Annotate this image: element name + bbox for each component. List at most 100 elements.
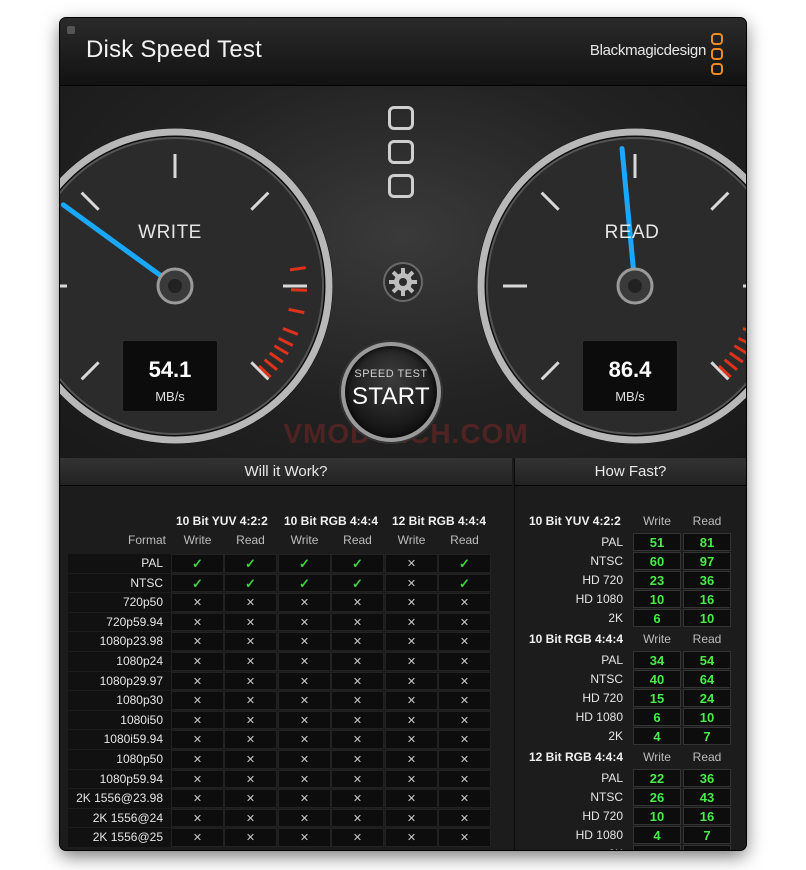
cross-icon: ✕ xyxy=(278,808,331,828)
cross-icon: ✕ xyxy=(331,612,384,632)
table-row: PAL 51 81 xyxy=(515,533,746,552)
format-label: 1080p29.97 xyxy=(99,673,163,688)
table-row: 1080p29.97 ✕ ✕ ✕ ✕ ✕ ✕ xyxy=(68,671,494,692)
cross-icon: ✕ xyxy=(331,730,384,749)
resolution-label: 2K xyxy=(608,729,623,743)
close-button[interactable] xyxy=(67,26,75,34)
table-row: HD 720 15 24 xyxy=(515,689,746,708)
cross-icon: ✕ xyxy=(385,828,438,847)
hf-write-header: Write xyxy=(643,632,671,646)
read-needle-hub-center xyxy=(628,279,642,293)
write-speed-unit: MB/s xyxy=(155,389,185,404)
settings-gear-icon[interactable] xyxy=(382,261,424,303)
fps-write-value: 60 xyxy=(633,552,681,570)
fps-read-value: 16 xyxy=(683,807,731,825)
resolution-label: 2K xyxy=(515,845,623,850)
fps-read-value: 36 xyxy=(683,571,731,589)
table-row: 2K 1556@24 ✕ ✕ ✕ ✕ ✕ ✕ xyxy=(68,808,494,829)
cross-icon: ✕ xyxy=(438,789,491,808)
cross-icon: ✕ xyxy=(438,612,491,632)
cross-icon: ✕ xyxy=(331,789,384,808)
cross-icon: ✕ xyxy=(438,671,491,691)
cross-icon: ✕ xyxy=(171,769,224,789)
fps-read-value: 64 xyxy=(683,670,731,688)
format-label: 1080p50 xyxy=(116,752,163,766)
start-button[interactable]: SPEED TEST START xyxy=(341,342,441,442)
write-speed-value: 54.1 xyxy=(148,357,192,382)
cross-icon: ✕ xyxy=(438,710,491,730)
table-row: NTSC ✓ ✓ ✓ ✓ ✕ ✓ xyxy=(68,573,494,594)
write-gauge-label: WRITE xyxy=(138,222,202,243)
title-bar: Disk Speed Test Blackmagicdesign xyxy=(60,18,746,86)
check-icon: ✓ xyxy=(331,554,384,573)
format-label: 1080p30 xyxy=(116,693,163,708)
cross-icon: ✕ xyxy=(278,652,331,671)
cross-icon: ✕ xyxy=(171,652,224,671)
cross-icon: ✕ xyxy=(171,671,224,691)
format-label: 1080i50 xyxy=(120,712,163,727)
table-row: 1080p24 ✕ ✕ ✕ ✕ ✕ ✕ xyxy=(68,652,494,672)
hf-read-header: Read xyxy=(692,514,722,528)
resolution-label: HD 1080 xyxy=(575,828,623,842)
wiw-read-header: Read xyxy=(236,533,265,547)
cross-icon: ✕ xyxy=(278,691,331,710)
check-icon: ✓ xyxy=(278,573,331,593)
table-row: 1080p59.94 ✕ ✕ ✕ ✕ ✕ ✕ xyxy=(68,769,494,790)
fps-write-value: 6 xyxy=(633,609,681,627)
cross-icon: ✕ xyxy=(385,593,438,612)
fps-read-value: 81 xyxy=(683,533,731,551)
read-speed-value: 86.4 xyxy=(608,357,652,382)
table-row: 1080p50 ✕ ✕ ✕ ✕ ✕ ✕ xyxy=(68,750,494,770)
cross-icon: ✕ xyxy=(278,828,331,847)
cross-icon: ✕ xyxy=(224,750,277,769)
cross-icon: ✕ xyxy=(171,789,224,808)
table-row: 720p50 ✕ ✕ ✕ ✕ ✕ ✕ xyxy=(68,593,494,613)
resolution-label: HD 720 xyxy=(582,691,623,705)
cross-icon: ✕ xyxy=(438,808,491,828)
hf-read-header: Read xyxy=(692,750,722,764)
cross-icon: ✕ xyxy=(278,671,331,691)
cross-icon: ✕ xyxy=(331,671,384,691)
cross-icon: ✕ xyxy=(224,828,277,847)
cross-icon: ✕ xyxy=(438,691,491,710)
cross-icon: ✕ xyxy=(278,789,331,808)
cross-icon: ✕ xyxy=(224,612,277,632)
table-row: 1080i50 ✕ ✕ ✕ ✕ ✕ ✕ xyxy=(68,710,494,731)
how-fast-panel: How Fast? 10 Bit YUV 4:2:2 Write Read PAL 51… xyxy=(514,458,746,850)
cross-icon: ✕ xyxy=(385,750,438,769)
cross-icon: ✕ xyxy=(385,789,438,808)
cross-icon: ✕ xyxy=(224,593,277,612)
table-row: 2K 1556@25 ✕ ✕ ✕ ✕ ✕ ✕ xyxy=(68,828,494,848)
cross-icon: ✕ xyxy=(385,554,438,573)
check-icon: ✓ xyxy=(224,573,277,593)
cross-icon: ✕ xyxy=(331,808,384,828)
cross-icon: ✕ xyxy=(224,730,277,749)
fps-read-value: 10 xyxy=(683,609,731,627)
hf-group-header: 10 Bit YUV 4:2:2 xyxy=(529,514,621,528)
format-label: PAL xyxy=(141,556,163,570)
fps-write-value: 23 xyxy=(633,571,681,589)
read-speed-unit: MB/s xyxy=(615,389,645,404)
wiw-read-header: Read xyxy=(343,533,372,547)
slot-3-icon[interactable] xyxy=(388,174,414,198)
cross-icon: ✕ xyxy=(278,730,331,749)
fps-read-value: 24 xyxy=(683,689,731,707)
resolution-label: HD 720 xyxy=(582,809,623,823)
check-icon: ✓ xyxy=(171,554,224,573)
app-title: Disk Speed Test xyxy=(86,36,262,63)
check-icon: ✓ xyxy=(331,573,384,593)
cross-icon: ✕ xyxy=(171,593,224,612)
resolution-label: PAL xyxy=(601,535,623,549)
cross-icon: ✕ xyxy=(385,730,438,749)
cross-icon: ✕ xyxy=(278,632,331,651)
cross-icon: ✕ xyxy=(438,750,491,769)
slot-2-icon[interactable] xyxy=(388,140,414,164)
resolution-label: PAL xyxy=(601,771,623,785)
fps-write-value: 2 xyxy=(633,845,681,850)
cross-icon: ✕ xyxy=(438,828,491,847)
check-icon: ✓ xyxy=(224,554,277,573)
slot-1-icon[interactable] xyxy=(388,106,414,130)
resolution-label: NTSC xyxy=(590,672,623,686)
resolution-label: HD 1080 xyxy=(575,710,623,724)
cross-icon: ✕ xyxy=(278,769,331,789)
